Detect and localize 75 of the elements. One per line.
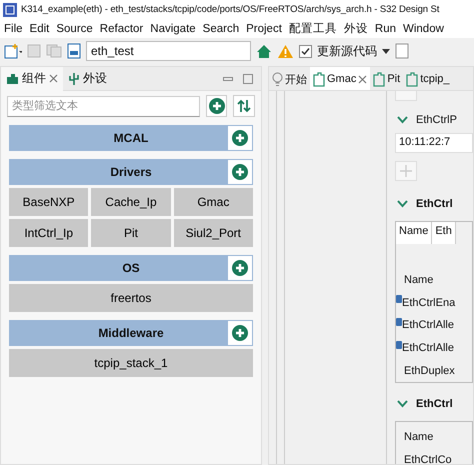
section-title: EthCtrlP: [416, 114, 457, 126]
mac-address-field[interactable]: 10:11:22:7: [395, 133, 473, 153]
menu-item[interactable]: Search: [202, 22, 240, 34]
add-icon: [232, 260, 248, 276]
menu-item[interactable]: 外设: [344, 21, 368, 36]
component-item[interactable]: Pit: [91, 219, 171, 247]
parameter-name: EthCtrlCo: [403, 452, 453, 464]
column-header[interactable]: Name: [396, 222, 432, 244]
window-title: K314_example(eth) - eth_test/stacks/tcpip/code/ports/OS/FreeRTOS/arch/sys_arch.h - S32 Design St: [21, 4, 440, 15]
checkbox-icon[interactable]: [299, 44, 312, 58]
section-title: EthCtrl: [416, 398, 453, 410]
menu-item[interactable]: Project: [246, 22, 282, 34]
editor-tab[interactable]: Gmac: [310, 67, 370, 90]
menu-item[interactable]: Run: [374, 22, 396, 34]
home-icon[interactable]: [256, 44, 272, 58]
menu-item[interactable]: Edit: [30, 22, 50, 34]
add-component-button[interactable]: [228, 256, 252, 280]
add-component-button[interactable]: [228, 321, 252, 345]
menu-item[interactable]: File: [4, 22, 23, 34]
sort-button[interactable]: [233, 95, 255, 117]
panel-tab[interactable]: 外设: [63, 66, 112, 90]
menu-item[interactable]: Source: [56, 22, 93, 34]
menu-item[interactable]: Navigate: [150, 22, 196, 34]
add-icon: [208, 98, 225, 114]
category-title: OS: [121, 261, 141, 275]
add-component-button[interactable]: [228, 160, 252, 184]
component-item[interactable]: BaseNXP: [9, 188, 88, 216]
category-header[interactable]: Drivers: [9, 159, 253, 185]
category-title: MCAL: [112, 131, 150, 145]
plus-icon: [400, 165, 412, 177]
component-item[interactable]: tcpip_stack_1: [9, 349, 253, 377]
close-icon[interactable]: [49, 74, 58, 83]
category-title: Drivers: [109, 165, 153, 179]
column-header[interactable]: Eth: [432, 222, 456, 244]
dropdown-icon[interactable]: [382, 48, 390, 54]
parameter-name: EthDuplex: [403, 364, 455, 377]
menu-item[interactable]: Refactor: [100, 22, 144, 34]
menu-item[interactable]: Window: [403, 22, 444, 34]
component-item[interactable]: IntCtrl_Ip: [9, 219, 88, 247]
chevron-icon[interactable]: [397, 200, 408, 208]
parameter-name: EthCtrlEna: [402, 296, 456, 308]
chevron-icon[interactable]: [397, 400, 408, 408]
lightbulb-icon: [272, 72, 283, 86]
component-item[interactable]: freertos: [9, 284, 253, 312]
app-icon: [3, 2, 17, 16]
column-header[interactable]: Name: [396, 425, 472, 448]
sort-icon: [237, 99, 252, 113]
parameter-name: EthCtrlAlle: [402, 342, 454, 354]
category-header[interactable]: OS: [9, 255, 253, 281]
add-icon: [232, 164, 248, 180]
category-header[interactable]: MCAL: [9, 125, 253, 151]
chevron-icon[interactable]: [397, 116, 408, 124]
add-icon: [232, 130, 248, 146]
category-title: Middleware: [97, 326, 165, 340]
panel-tab[interactable]: 组件: [1, 66, 63, 90]
component-icon: [6, 72, 19, 84]
component-item[interactable]: Siul2_Port: [174, 219, 253, 247]
menu-item[interactable]: 配置工具: [288, 21, 337, 36]
close-icon[interactable]: [358, 74, 368, 84]
category-header[interactable]: Middleware: [9, 320, 253, 346]
parameter-name: EthCtrlAlle: [402, 319, 454, 332]
new-file-icon[interactable]: [4, 43, 22, 59]
add-icon: [232, 325, 248, 341]
component-item[interactable]: Gmac: [174, 188, 253, 216]
document-icon[interactable]: [395, 43, 409, 59]
component-item[interactable]: Cache_Ip: [91, 188, 171, 216]
minimize-icon[interactable]: [223, 76, 233, 80]
filter-field[interactable]: 类型筛选文本: [7, 96, 200, 116]
add-component-button[interactable]: [228, 126, 252, 150]
project-field[interactable]: eth_test: [86, 41, 251, 61]
maximize-icon[interactable]: [243, 74, 253, 84]
warning-icon[interactable]: [277, 44, 294, 58]
section-title: EthCtrl: [416, 198, 453, 210]
name-label: Name: [403, 272, 434, 288]
update-source-label[interactable]: 更新源代码: [317, 42, 377, 60]
